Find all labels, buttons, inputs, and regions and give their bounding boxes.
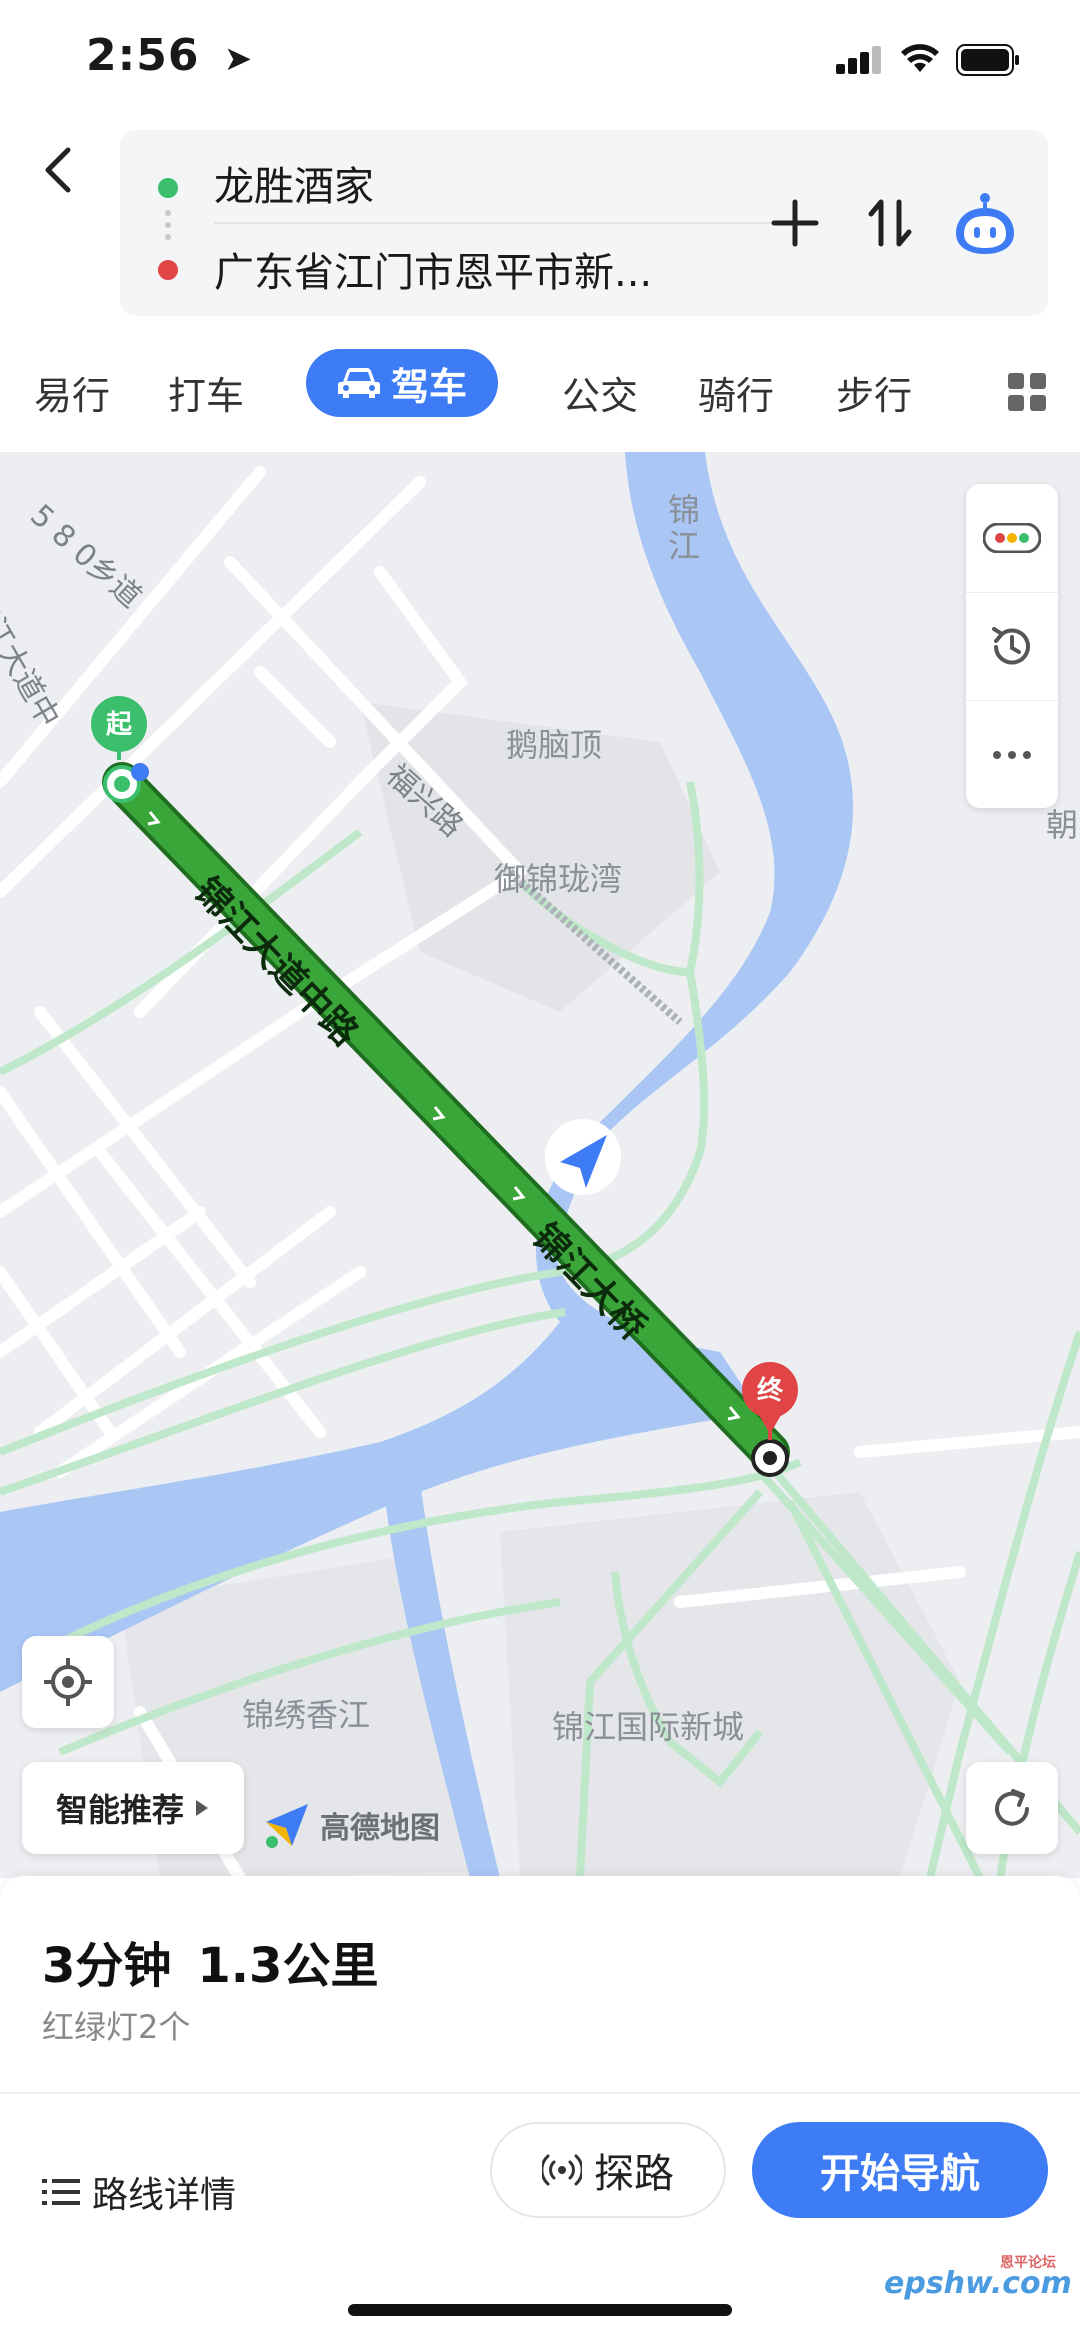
battery-icon	[956, 44, 1019, 76]
explore-route-label: 探路	[594, 2151, 674, 2197]
traffic-light-icon	[983, 523, 1041, 553]
traffic-lights-count: 红绿灯2个	[42, 2008, 191, 2046]
poi-yujin: 御锦珑湾	[494, 860, 623, 898]
watermark: epshw.com 恩平论坛	[884, 2255, 1072, 2301]
start-dot-icon	[158, 178, 178, 198]
amap-logo-text: 高德地图	[320, 1811, 440, 1846]
end-marker-label: 终	[756, 1376, 783, 1406]
tab-drive[interactable]: 驾车	[306, 349, 498, 417]
home-indicator[interactable]	[348, 2304, 732, 2316]
card-divider	[214, 222, 814, 224]
clock-history-icon	[992, 626, 1030, 664]
tab-bus[interactable]: 公交	[562, 365, 638, 420]
route-summary: 3分钟 1.3公里	[42, 1926, 378, 1996]
add-waypoint-button[interactable]	[760, 188, 830, 258]
map-canvas	[0, 452, 1080, 1878]
tab-taxi[interactable]: 打车	[168, 365, 244, 420]
more-dots-icon	[993, 750, 1031, 759]
traffic-toggle-button[interactable]	[966, 484, 1058, 592]
route-input-card: 龙胜酒家 广东省江门市恩平市新...	[120, 130, 1048, 316]
tab-yixing[interactable]: 易行	[34, 365, 110, 420]
watermark-small-text: 恩平论坛	[1000, 2255, 1056, 2271]
more-modes-grid-icon[interactable]	[1008, 373, 1046, 411]
assistant-robot-button[interactable]	[950, 188, 1020, 258]
smart-recommend-label: 智能推荐	[55, 1791, 184, 1829]
river-label: 锦江	[668, 491, 701, 565]
broadcast-icon	[542, 2154, 582, 2186]
start-location-field[interactable]: 龙胜酒家	[214, 154, 374, 212]
connector-dots	[165, 210, 171, 250]
route-distance: 1.3公里	[197, 1938, 379, 1994]
list-icon	[42, 2179, 80, 2205]
swap-route-button[interactable]	[855, 188, 925, 258]
locate-me-button[interactable]	[22, 1636, 114, 1728]
car-icon	[337, 368, 380, 398]
map-view[interactable]: 5 8 0乡道 锦江大道中 锦江 鹅脑顶 福兴路 御锦珑湾 朝 锦江大道中路 锦…	[0, 452, 1080, 1878]
poi-jinjiang-city: 锦江国际新城	[552, 1708, 745, 1746]
clock-text: 2:56	[86, 30, 200, 81]
status-bar: 2:56 ➤	[0, 0, 1080, 120]
wifi-icon	[901, 44, 939, 72]
triangle-right-icon	[196, 1800, 208, 1816]
start-navigation-button[interactable]: 开始导航	[752, 2122, 1048, 2218]
crosshair-icon	[44, 1658, 92, 1706]
end-location-field[interactable]: 广东省江门市恩平市新...	[214, 240, 684, 298]
poi-jinxiu: 锦绣香江	[242, 1696, 371, 1734]
route-duration: 3分钟	[42, 1938, 172, 1994]
amap-logo-icon	[266, 1804, 308, 1848]
travel-mode-tabs: 易行 打车 驾车 公交 骑行 步行	[0, 345, 1080, 445]
start-marker-label: 起	[105, 710, 132, 740]
route-details-button[interactable]: 路线详情	[42, 2166, 236, 2218]
map-tools-panel	[966, 484, 1058, 808]
tab-bike[interactable]: 骑行	[698, 365, 774, 420]
back-button[interactable]	[30, 140, 90, 200]
tab-walk[interactable]: 步行	[836, 365, 912, 420]
cellular-signal-icon	[836, 46, 882, 74]
poi-penaoding: 鹅脑顶	[506, 726, 603, 764]
end-dot-icon	[158, 260, 178, 280]
route-details-label: 路线详情	[92, 2175, 237, 2216]
amap-logo: 高德地图	[262, 1800, 440, 1850]
tab-drive-label: 驾车	[390, 364, 467, 409]
location-arrow-icon: ➤	[223, 39, 254, 79]
smart-recommend-button[interactable]: 智能推荐	[22, 1762, 244, 1854]
status-time: 2:56 ➤	[86, 30, 253, 81]
history-button[interactable]	[966, 592, 1058, 700]
more-options-button[interactable]	[966, 700, 1058, 808]
refresh-icon	[995, 1789, 1029, 1826]
refresh-route-button[interactable]	[966, 1762, 1058, 1854]
sheet-divider	[0, 2092, 1080, 2094]
explore-route-button[interactable]: 探路	[490, 2122, 726, 2218]
